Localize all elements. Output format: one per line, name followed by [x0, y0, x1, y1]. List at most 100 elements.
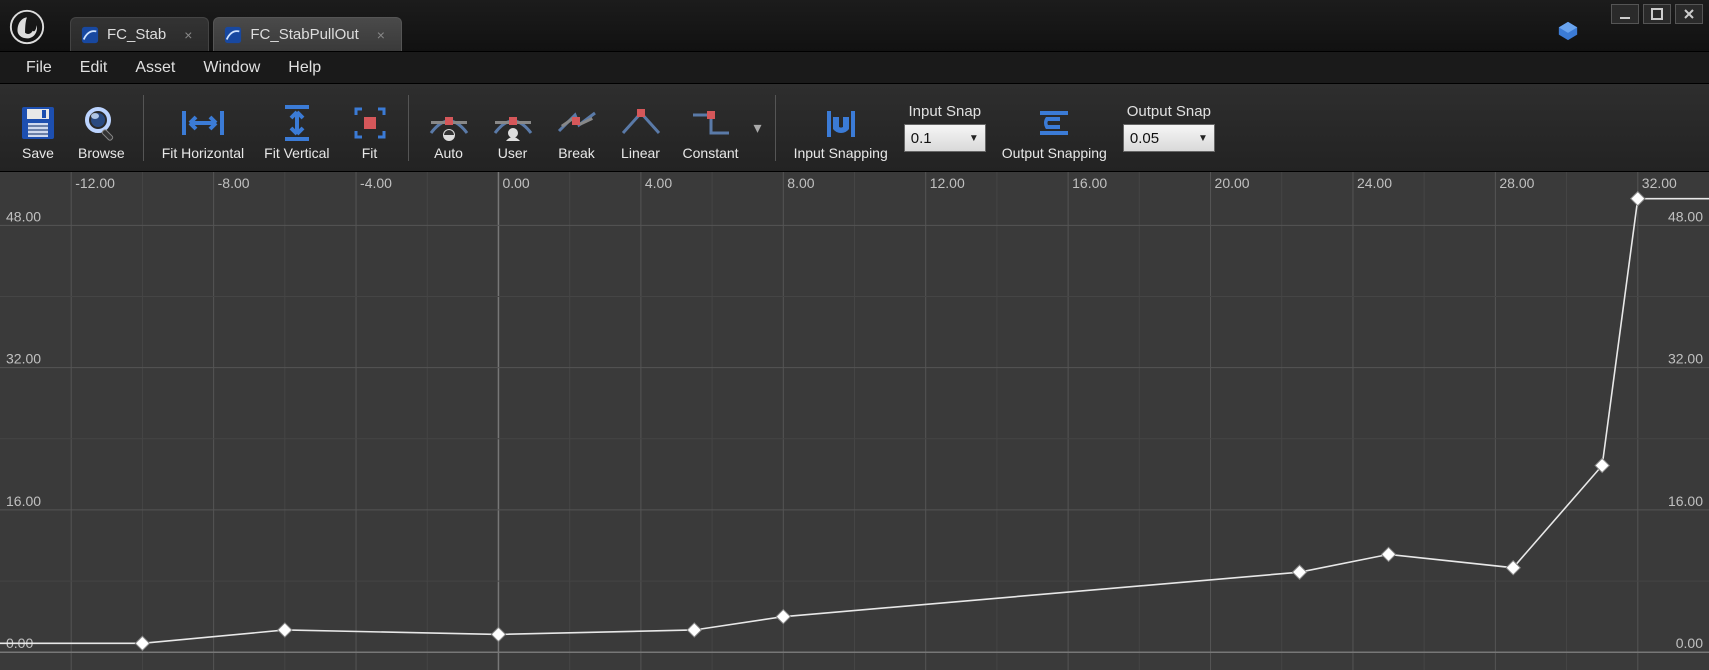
toolbar-label: Save	[22, 145, 54, 161]
curve-canvas[interactable]: -12.00-8.00-4.000.004.008.0012.0016.0020…	[0, 172, 1709, 670]
fit-icon	[350, 103, 390, 143]
fit-button[interactable]: Fit	[340, 89, 400, 167]
tangent-dropdown-button[interactable]: ▾	[749, 118, 767, 138]
close-button[interactable]	[1675, 4, 1703, 24]
toolbar-separator	[143, 95, 144, 161]
output-snap-label: Output Snap	[1127, 103, 1211, 120]
input-snapping-button[interactable]: Input Snapping	[784, 89, 898, 167]
svg-text:8.00: 8.00	[787, 175, 814, 191]
menu-help[interactable]: Help	[274, 53, 335, 83]
toolbar: Save Browse Fit Horizontal Fit Vertical …	[0, 84, 1709, 172]
close-icon[interactable]: ×	[184, 27, 192, 43]
close-icon[interactable]: ×	[377, 27, 385, 43]
toolbar-label: Fit Vertical	[264, 145, 329, 161]
toolbar-label: Fit Horizontal	[162, 145, 244, 161]
tab-label: FC_StabPullOut	[250, 26, 358, 43]
svg-text:28.00: 28.00	[1499, 175, 1534, 191]
curve-key[interactable]	[491, 627, 505, 641]
menu-edit[interactable]: Edit	[66, 53, 122, 83]
tangent-break-button[interactable]: Break	[545, 89, 609, 167]
maximize-button[interactable]	[1643, 4, 1671, 24]
menu-window[interactable]: Window	[189, 53, 274, 83]
svg-text:-4.00: -4.00	[360, 175, 392, 191]
unreal-logo-icon	[8, 8, 46, 46]
svg-text:-12.00: -12.00	[75, 175, 115, 191]
input-snap-field: Input Snap 0.1 ▼	[898, 89, 992, 167]
curve-key[interactable]	[687, 623, 701, 637]
titlebar: FC_Stab × FC_StabPullOut ×	[0, 0, 1709, 52]
svg-text:16.00: 16.00	[1072, 175, 1107, 191]
tangent-constant-icon	[689, 103, 733, 143]
svg-text:32.00: 32.00	[1668, 351, 1703, 367]
chevron-down-icon: ▼	[969, 133, 979, 144]
toolbar-label: Browse	[78, 145, 125, 161]
fit-vertical-button[interactable]: Fit Vertical	[254, 89, 339, 167]
toolbar-label: Linear	[621, 145, 660, 161]
save-button[interactable]: Save	[8, 89, 68, 167]
tangent-auto-button[interactable]: Auto	[417, 89, 481, 167]
menubar: File Edit Asset Window Help	[0, 52, 1709, 84]
toolbar-label: Auto	[434, 145, 463, 161]
toolbar-label: Break	[558, 145, 595, 161]
toolbar-label: User	[498, 145, 528, 161]
browse-button[interactable]: Browse	[68, 89, 135, 167]
svg-text:20.00: 20.00	[1215, 175, 1250, 191]
toolbar-separator	[775, 95, 776, 161]
input-snap-select[interactable]: 0.1 ▼	[904, 124, 986, 152]
curve-key[interactable]	[1631, 192, 1645, 206]
window-controls	[1611, 4, 1703, 24]
menu-asset[interactable]: Asset	[121, 53, 189, 83]
tangent-user-button[interactable]: User	[481, 89, 545, 167]
svg-text:48.00: 48.00	[1668, 208, 1703, 224]
output-snapping-button[interactable]: Output Snapping	[992, 89, 1117, 167]
browse-icon	[81, 103, 121, 143]
tab-strip: FC_Stab × FC_StabPullOut ×	[70, 0, 406, 51]
curve-key[interactable]	[278, 623, 292, 637]
curve-key[interactable]	[135, 636, 149, 650]
svg-text:16.00: 16.00	[1668, 493, 1703, 509]
source-control-icon[interactable]	[1557, 20, 1579, 42]
fit-horizontal-icon	[180, 103, 226, 143]
tangent-auto-icon	[427, 103, 471, 143]
svg-text:32.00: 32.00	[1642, 175, 1677, 191]
snapping-icon	[821, 103, 861, 143]
input-snap-label: Input Snap	[908, 103, 981, 120]
curve-key[interactable]	[776, 610, 790, 624]
toolbar-label: Constant	[683, 145, 739, 161]
output-snap-field: Output Snap 0.05 ▼	[1117, 89, 1221, 167]
svg-text:12.00: 12.00	[930, 175, 965, 191]
toolbar-label: Output Snapping	[1002, 145, 1107, 161]
chevron-down-icon: ▼	[1198, 133, 1208, 144]
save-icon	[18, 103, 58, 143]
tangent-linear-icon	[619, 103, 663, 143]
tab-fc-stabpullout[interactable]: FC_StabPullOut ×	[213, 17, 402, 51]
curve-editor[interactable]: -12.00-8.00-4.000.004.008.0012.0016.0020…	[0, 172, 1709, 670]
tangent-user-icon	[491, 103, 535, 143]
input-snap-value: 0.1	[911, 130, 932, 147]
tangent-break-icon	[555, 103, 599, 143]
fit-horizontal-button[interactable]: Fit Horizontal	[152, 89, 254, 167]
tab-fc-stab[interactable]: FC_Stab ×	[70, 17, 209, 51]
output-snap-value: 0.05	[1130, 130, 1159, 147]
minimize-button[interactable]	[1611, 4, 1639, 24]
svg-text:48.00: 48.00	[6, 208, 41, 224]
curve-asset-icon	[224, 26, 242, 44]
fit-vertical-icon	[277, 103, 317, 143]
svg-text:0.00: 0.00	[1676, 635, 1703, 651]
output-snap-select[interactable]: 0.05 ▼	[1123, 124, 1215, 152]
tab-label: FC_Stab	[107, 26, 166, 43]
svg-text:0.00: 0.00	[502, 175, 529, 191]
toolbar-separator	[408, 95, 409, 161]
svg-text:-8.00: -8.00	[218, 175, 250, 191]
curve-key[interactable]	[1292, 565, 1306, 579]
menu-file[interactable]: File	[12, 53, 66, 83]
tangent-constant-button[interactable]: Constant	[673, 89, 749, 167]
toolbar-label: Fit	[362, 145, 378, 161]
tangent-linear-button[interactable]: Linear	[609, 89, 673, 167]
curve-key[interactable]	[1381, 547, 1395, 561]
svg-text:24.00: 24.00	[1357, 175, 1392, 191]
toolbar-label: Input Snapping	[794, 145, 888, 161]
svg-text:16.00: 16.00	[6, 493, 41, 509]
curve-asset-icon	[81, 26, 99, 44]
svg-text:32.00: 32.00	[6, 351, 41, 367]
